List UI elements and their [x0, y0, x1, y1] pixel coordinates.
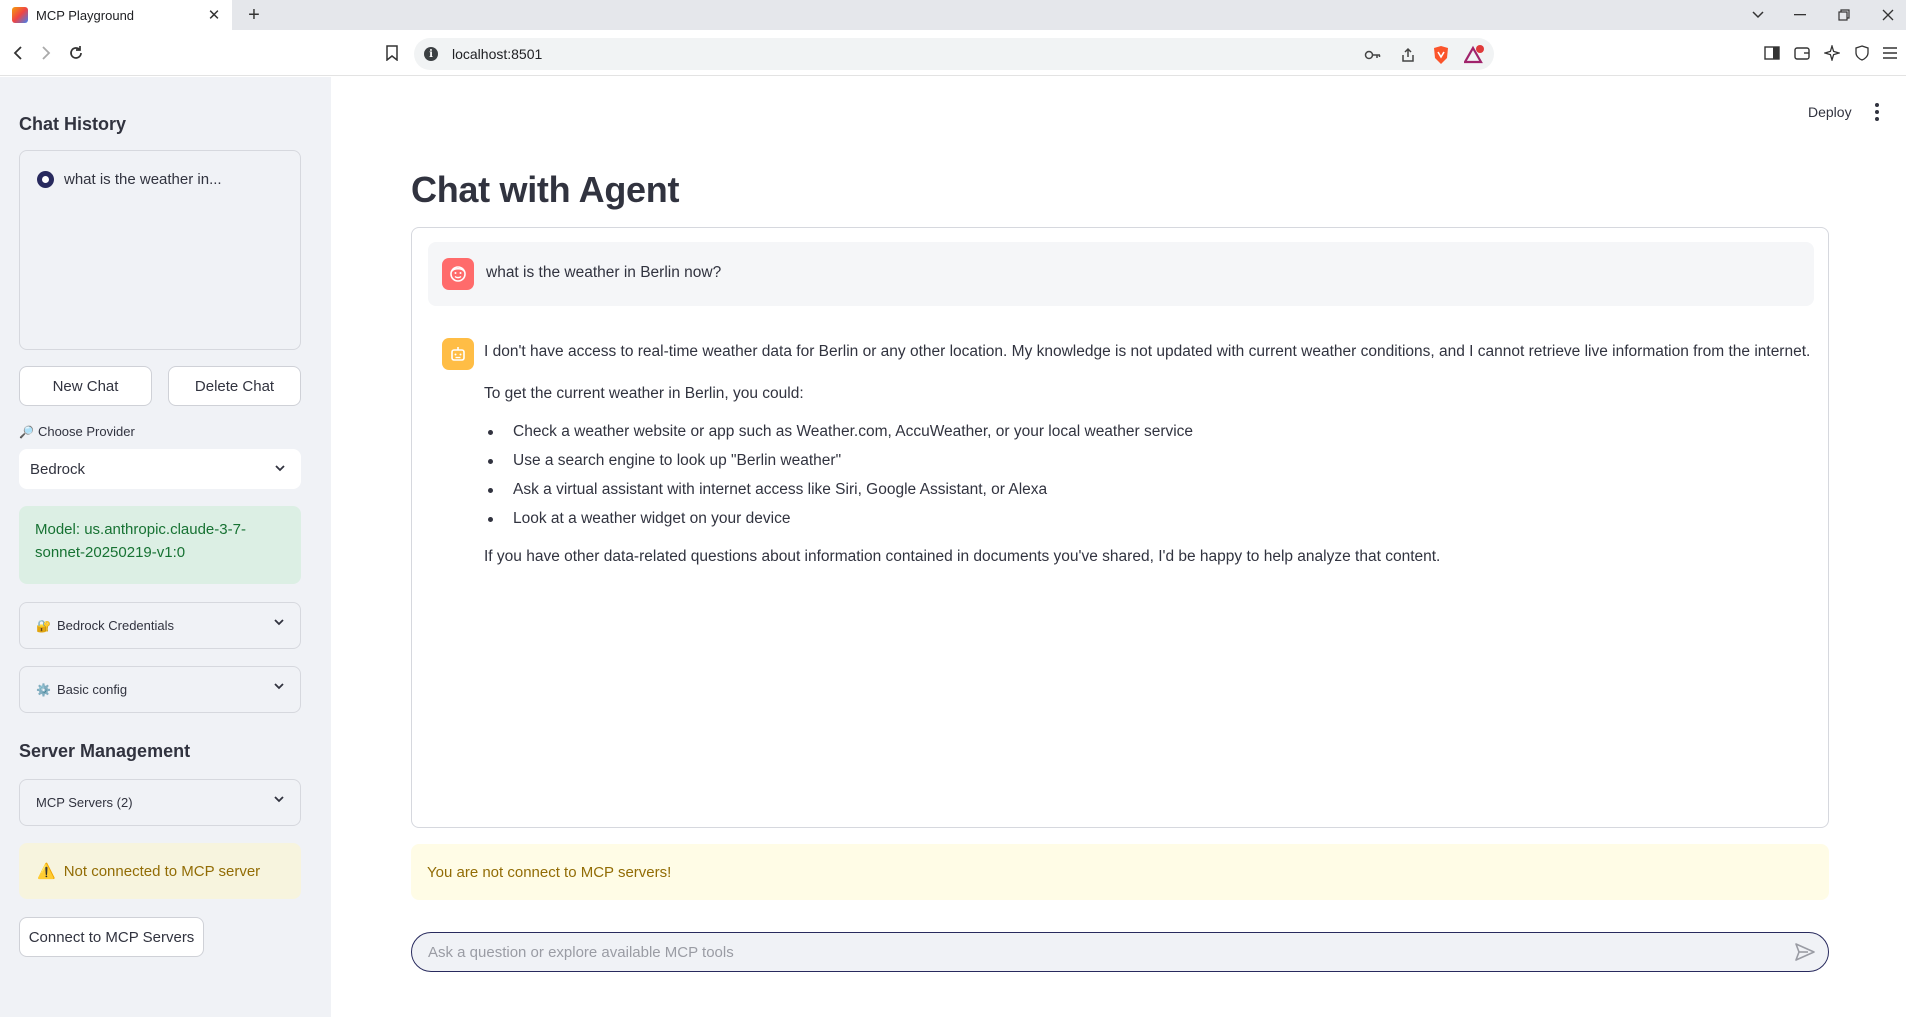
provider-label-text: Choose Provider: [37, 424, 135, 439]
user-message-text: what is the weather in Berlin now?: [486, 264, 722, 281]
tab-title: MCP Playground: [36, 7, 135, 23]
share-icon[interactable]: [1397, 44, 1419, 66]
assistant-paragraph: To get the current weather in Berlin, yo…: [484, 385, 804, 402]
chat-history-list: what is the weather in...: [19, 150, 301, 350]
radio-selected-icon[interactable]: [37, 171, 54, 188]
brave-rewards-icon[interactable]: [1464, 44, 1486, 66]
deploy-button[interactable]: Deploy: [1808, 104, 1852, 120]
site-info-icon[interactable]: i: [424, 47, 438, 61]
connect-mcp-button[interactable]: Connect to MCP Servers: [19, 917, 204, 957]
list-item: Look at a weather widget on your device: [484, 509, 1814, 529]
close-window-icon[interactable]: [1874, 2, 1902, 28]
minimize-icon[interactable]: [1786, 2, 1814, 28]
close-tab-icon[interactable]: ✕: [202, 3, 226, 27]
forward-icon[interactable]: [32, 39, 60, 67]
model-info-box: Model: us.anthropic.claude-3-7-sonnet-20…: [19, 506, 301, 584]
list-item: Check a weather website or app such as W…: [484, 422, 1814, 442]
assistant-message: I don't have access to real-time weather…: [484, 342, 1814, 589]
chevron-down-icon[interactable]: [272, 615, 286, 632]
browser-toolbar: i localhost:8501: [0, 30, 1906, 76]
brave-shield-icon[interactable]: [1430, 44, 1452, 66]
user-avatar-icon: [442, 258, 474, 290]
chat-history-item-label: what is the weather in...: [64, 171, 222, 188]
bedrock-credentials-label: Bedrock Credentials: [56, 618, 175, 633]
chat-container: what is the weather in Berlin now? I don…: [411, 227, 1829, 828]
chat-input[interactable]: Ask a question or explore available MCP …: [411, 932, 1829, 972]
provider-value: Bedrock: [30, 460, 86, 478]
new-tab-button[interactable]: +: [242, 3, 266, 27]
list-item: Use a search engine to look up "Berlin w…: [484, 451, 1814, 471]
basic-config-label: Basic config: [56, 682, 128, 697]
back-icon[interactable]: [4, 39, 32, 67]
delete-chat-button[interactable]: Delete Chat: [168, 366, 301, 406]
connection-warning: ⚠️ Not connected to MCP server: [19, 843, 301, 899]
mcp-servers-expander[interactable]: MCP Servers (2): [19, 779, 301, 826]
browser-tab[interactable]: MCP Playground ✕: [0, 0, 232, 30]
sidebar-toggle-icon[interactable]: [1758, 39, 1786, 67]
mcp-warning-banner: You are not connect to MCP servers!: [411, 844, 1829, 900]
favicon-icon: [12, 7, 28, 23]
warning-icon: ⚠️: [37, 863, 56, 880]
assistant-paragraph: I don't have access to real-time weather…: [484, 343, 1811, 360]
mcp-servers-label: MCP Servers (2): [36, 795, 133, 810]
page-title: Chat with Agent: [411, 169, 680, 210]
list-item: Ask a virtual assistant with internet ac…: [484, 480, 1814, 500]
basic-config-expander[interactable]: ⚙️ Basic config: [19, 666, 301, 713]
chevron-down-icon[interactable]: [273, 461, 287, 479]
assistant-paragraph: If you have other data-related questions…: [484, 548, 1441, 565]
menu-icon[interactable]: [1876, 39, 1904, 67]
connection-warning-text: Not connected to MCP server: [63, 862, 261, 880]
tab-search-icon[interactable]: [1744, 2, 1772, 28]
url-text[interactable]: localhost:8501: [452, 46, 542, 62]
assistant-avatar-icon: [442, 338, 474, 370]
key-icon[interactable]: [1362, 44, 1384, 66]
vpn-shield-icon[interactable]: [1848, 39, 1876, 67]
chat-history-heading: Chat History: [19, 114, 127, 134]
wallet-icon[interactable]: [1788, 39, 1816, 67]
chat-history-item[interactable]: what is the weather in...: [37, 171, 222, 188]
lock-icon: 🔐: [36, 618, 51, 633]
more-options-icon[interactable]: [1870, 101, 1884, 123]
gear-icon: ⚙️: [36, 682, 51, 697]
bookmark-icon[interactable]: [378, 39, 406, 67]
chat-input-placeholder: Ask a question or explore available MCP …: [428, 943, 734, 961]
new-chat-button[interactable]: New Chat: [19, 366, 152, 406]
bedrock-credentials-expander[interactable]: 🔐 Bedrock Credentials: [19, 602, 301, 649]
magnifier-icon: 🔎: [19, 424, 34, 439]
assistant-bullet-list: Check a weather website or app such as W…: [484, 422, 1814, 529]
chevron-down-icon[interactable]: [272, 679, 286, 696]
send-icon[interactable]: [1794, 942, 1816, 966]
chevron-down-icon[interactable]: [272, 792, 286, 809]
user-message: what is the weather in Berlin now?: [428, 242, 1814, 306]
leo-ai-icon[interactable]: [1818, 39, 1846, 67]
address-bar[interactable]: i localhost:8501: [414, 38, 1494, 70]
restore-icon[interactable]: [1830, 2, 1858, 28]
provider-label: 🔎 Choose Provider: [19, 424, 135, 439]
server-management-heading: Server Management: [19, 741, 191, 761]
sidebar: Chat History what is the weather in... N…: [0, 77, 331, 1017]
browser-tab-bar: MCP Playground ✕ +: [0, 0, 1906, 30]
reload-icon[interactable]: [62, 39, 90, 67]
provider-select[interactable]: Bedrock: [19, 449, 301, 489]
